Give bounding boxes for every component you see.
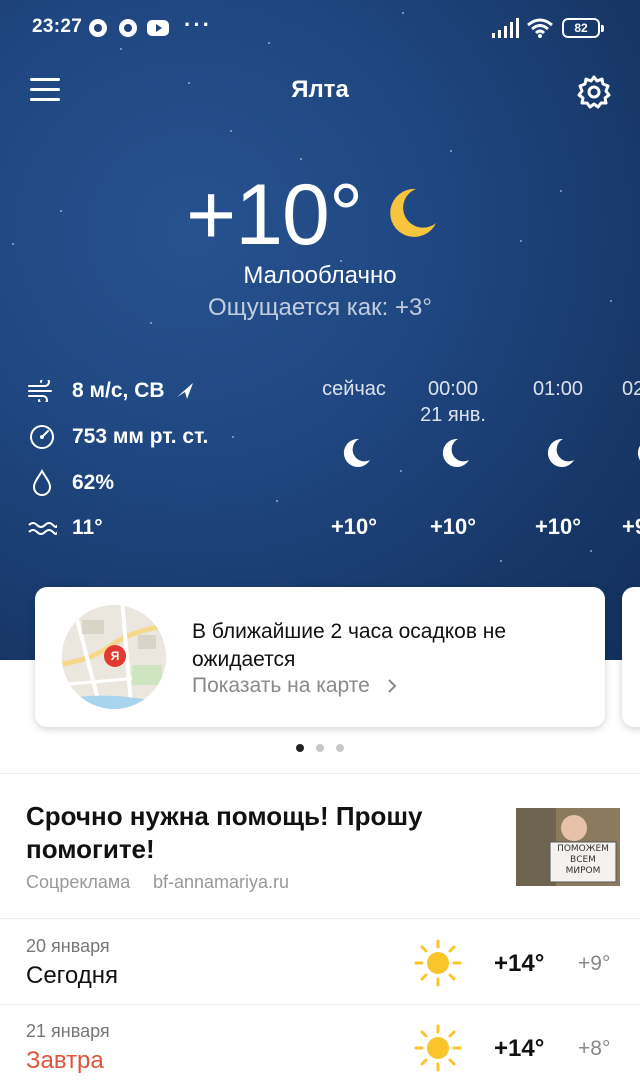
- show-on-map-label: Показать на карте: [192, 674, 370, 697]
- hourly-temp: +10°: [534, 514, 582, 539]
- status-bar: 23:27 ··· 82: [0, 0, 640, 58]
- ad-domain[interactable]: bf-annamariya.ru: [153, 872, 289, 893]
- nowcast-card[interactable]: Я В ближайшие 2 часа осадков не ожидаетс…: [35, 587, 605, 727]
- forecast-date: 21 января: [26, 1021, 110, 1041]
- hourly-temp: +10°: [330, 514, 378, 539]
- star: [560, 190, 562, 192]
- ad-sign-line: ПОМОЖЕМ: [557, 844, 609, 854]
- pressure-detail: 753 мм рт. ст.: [26, 422, 208, 452]
- wind-detail: 8 м/с, СВ: [26, 376, 195, 406]
- forecast-day: Сегодня: [26, 962, 118, 989]
- ad-image[interactable]: ПОМОЖЕМ ВСЕМ МИРОМ: [516, 808, 620, 886]
- weather-condition: Малооблачно: [243, 262, 397, 289]
- forecast-high: +14°: [494, 1035, 545, 1062]
- status-time: 23:27: [32, 16, 83, 37]
- star: [232, 436, 234, 438]
- sun-icon: [414, 1024, 462, 1072]
- pressure-gauge-icon: [30, 425, 54, 449]
- hourly-item[interactable]: 00:00 21 янв. +10°: [398, 378, 508, 539]
- water-temp-detail: 11°: [26, 513, 103, 543]
- current-temperature: +10°: [186, 167, 363, 263]
- forecast-low: +8°: [578, 1037, 611, 1060]
- hourly-time: 02:00: [622, 378, 640, 400]
- carousel-dots: [0, 739, 640, 757]
- battery-icon: 82: [562, 18, 604, 38]
- map-pin: Я: [104, 645, 126, 667]
- chrome-icon: [119, 19, 137, 37]
- humidity-detail: 62%: [26, 468, 114, 498]
- carousel-dot[interactable]: [316, 744, 324, 752]
- ad-title[interactable]: Срочно нужна помощь! Прошу помогите!: [26, 800, 466, 866]
- moon-icon: [442, 438, 469, 467]
- carousel-dot[interactable]: [336, 744, 344, 752]
- wifi-icon: [527, 18, 553, 38]
- gear-icon[interactable]: [576, 74, 612, 110]
- pressure-value: 753 мм рт. ст.: [72, 425, 209, 448]
- forecast-date: 20 января: [26, 936, 110, 956]
- map-thumbnail[interactable]: Я: [62, 605, 166, 709]
- hourly-time: 00:00: [427, 378, 479, 400]
- hourly-time: 01:00: [532, 378, 584, 400]
- wind-direction-icon: [176, 383, 193, 399]
- star: [520, 240, 522, 242]
- divider: [0, 918, 640, 919]
- forecast-high: +14°: [494, 950, 545, 977]
- show-on-map-link[interactable]: Показать на карте: [192, 674, 398, 698]
- star: [500, 560, 502, 562]
- moon-icon: [547, 438, 574, 467]
- carousel-dot-active[interactable]: [296, 744, 304, 752]
- star: [150, 322, 152, 324]
- hourly-item[interactable]: 01:00 +10°: [503, 378, 613, 539]
- youtube-icon: [147, 20, 169, 36]
- forecast-row[interactable]: 21 января Завтра +14° +8°: [0, 1005, 640, 1086]
- forecast-row[interactable]: 20 января Сегодня +14° +9°: [0, 920, 640, 1004]
- status-more-dots: ···: [184, 12, 212, 37]
- ad-sign-line: ВСЕМ: [570, 855, 596, 865]
- hourly-date: 21 янв.: [420, 404, 486, 426]
- ad-label: Соцреклама: [26, 872, 131, 892]
- water-temp-value: 11°: [72, 516, 103, 539]
- divider: [0, 773, 640, 774]
- page-title[interactable]: Ялта: [0, 76, 640, 104]
- ad-sign-line: МИРОМ: [565, 866, 601, 876]
- chevron-right-icon: [387, 679, 397, 694]
- star: [230, 130, 232, 132]
- hourly-clip: 02:00 +9°: [608, 378, 640, 548]
- star: [300, 158, 302, 160]
- hourly-temp: +9°: [622, 514, 640, 539]
- chrome-icon: [89, 19, 107, 37]
- star: [450, 150, 452, 152]
- nowcast-text: В ближайшие 2 часа осадков не ожидается: [192, 620, 507, 671]
- next-card[interactable]: [622, 587, 640, 727]
- wind-value: 8 м/с, СВ: [72, 379, 165, 402]
- forecast-day: Завтра: [26, 1047, 104, 1074]
- humidity-drop-icon: [32, 469, 52, 496]
- moon-icon: [390, 188, 436, 237]
- star: [590, 550, 592, 552]
- hourly-time: сейчас: [322, 378, 386, 400]
- moon-icon: [343, 438, 370, 467]
- star: [276, 500, 278, 502]
- ad-photo-sign: ПОМОЖЕМ ВСЕМ МИРОМ: [552, 844, 614, 877]
- humidity-value: 62%: [72, 471, 115, 494]
- signal-icon: [492, 18, 519, 38]
- forecast-low: +9°: [578, 952, 611, 975]
- hourly-item[interactable]: 02:00 +9°: [608, 378, 640, 539]
- water-waves-icon: [28, 522, 57, 535]
- sun-icon: [414, 939, 462, 987]
- wind-icon: [28, 380, 52, 402]
- feels-like: Ощущается как: +3°: [208, 294, 432, 321]
- hourly-item[interactable]: сейчас +10°: [299, 378, 409, 539]
- star: [12, 243, 14, 245]
- star: [60, 210, 62, 212]
- moon-icon: [637, 445, 640, 461]
- star: [400, 470, 402, 472]
- hourly-temp: +10°: [429, 514, 477, 539]
